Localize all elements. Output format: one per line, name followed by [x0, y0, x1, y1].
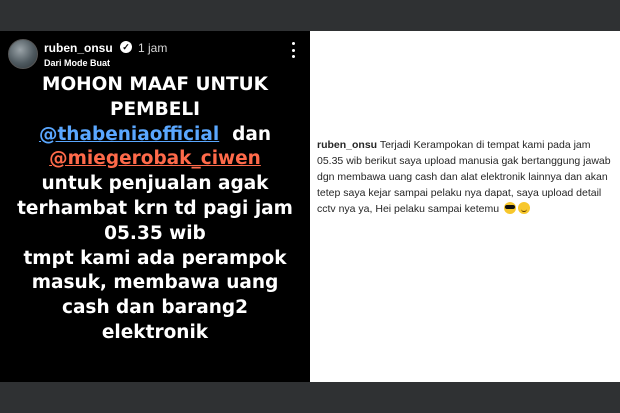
story-line: @miegerobak_ciwen [0, 147, 310, 172]
caption: ruben_onsu Terjadi Kerampokan di tempat … [317, 137, 617, 217]
story-line: masuk, membawa uang [31, 272, 279, 294]
caption-panel: ruben_onsu Terjadi Kerampokan di tempat … [310, 31, 620, 382]
story-line: untuk penjualan agak [41, 173, 269, 195]
story-line: tmpt kami ada perampok [23, 247, 287, 269]
caption-username[interactable]: ruben_onsu [317, 139, 377, 151]
sunglasses-emoji-icon [504, 202, 517, 214]
story-header: ruben_onsu ✓ 1 jam Dari Mode Buat [8, 39, 302, 69]
avatar[interactable] [8, 39, 38, 69]
story-line: elektronik [101, 321, 209, 343]
bottom-letterbox [0, 382, 620, 413]
verified-badge-icon: ✓ [120, 41, 132, 53]
story-line: cash dan barang2 [61, 297, 249, 319]
story-panel: ruben_onsu ✓ 1 jam Dari Mode Buat MOHON … [0, 31, 310, 382]
story-line: 05.35 wib [104, 222, 206, 244]
mention-link[interactable]: @thabeniaofficial [39, 124, 219, 145]
mention-link[interactable]: @miegerobak_ciwen [49, 148, 261, 169]
top-letterbox [0, 0, 620, 31]
story-line: PEMBELI [109, 98, 201, 120]
story-line: terhambat krn td pagi jam [17, 197, 293, 219]
story-subtitle[interactable]: Dari Mode Buat [44, 58, 110, 68]
smiling-face-emoji-icon [518, 202, 531, 214]
story-time: 1 jam [138, 41, 168, 55]
more-vertical-icon[interactable] [290, 42, 296, 58]
story-text: MOHON MAAF UNTUK PEMBELI @thabeniaoffici… [0, 73, 310, 346]
story-line: @thabeniaofficial dan [0, 123, 310, 148]
story-username[interactable]: ruben_onsu [44, 41, 113, 55]
story-line: MOHON MAAF UNTUK [42, 74, 268, 95]
story-word: dan [232, 123, 272, 145]
